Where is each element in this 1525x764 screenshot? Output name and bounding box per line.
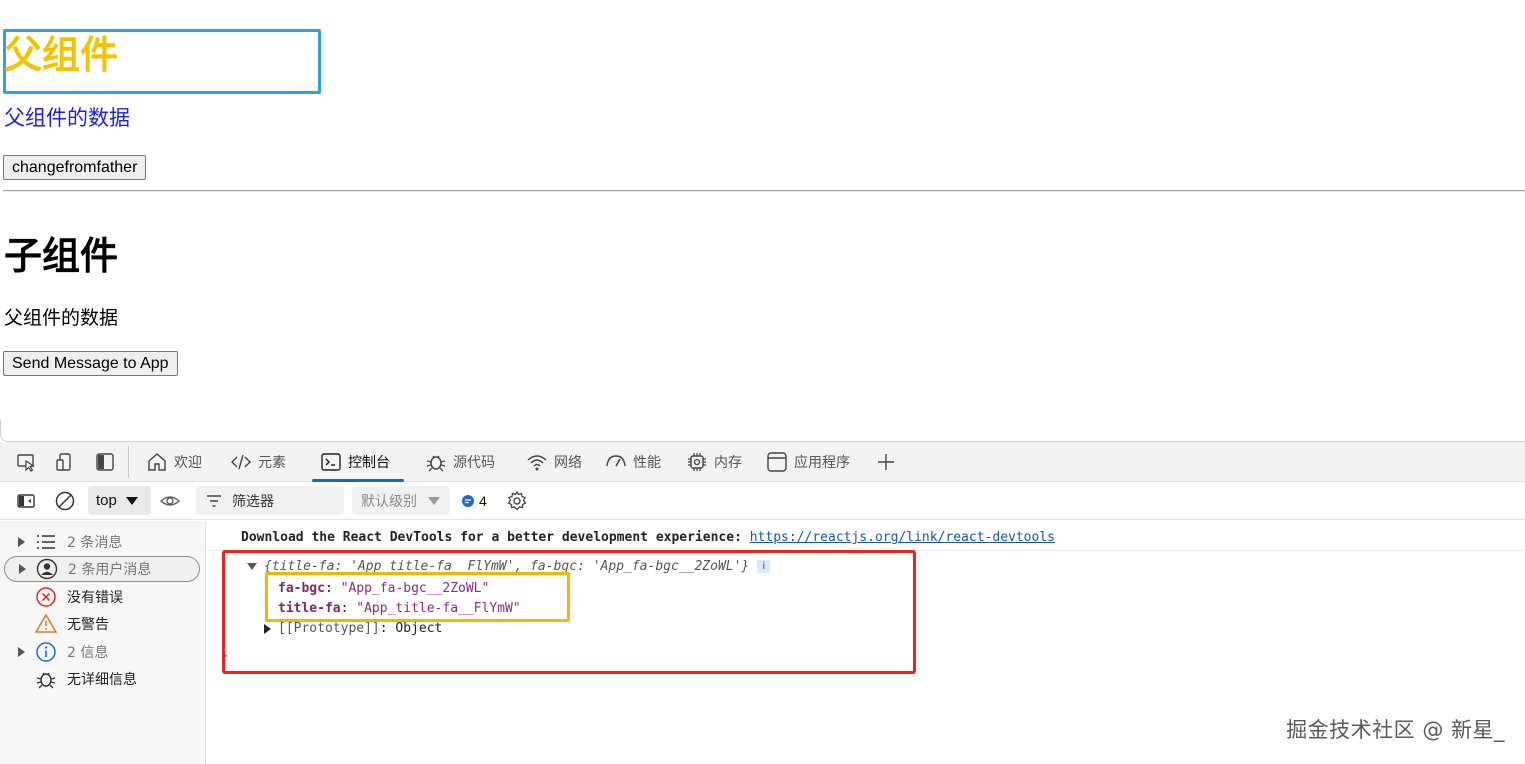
tab-memory-label: 内存 [714,455,742,471]
parent-title: 父组件 [4,33,119,77]
list-icon [35,531,57,553]
show-sidebar-icon[interactable] [14,489,38,513]
add-tab-icon[interactable] [874,450,898,474]
code-icon [231,454,251,470]
expand-arrow-icon [18,537,25,547]
tab-welcome[interactable]: 欢迎 [146,442,202,482]
change-from-father-button[interactable]: changefromfather [3,155,147,180]
context-selector[interactable]: top [88,486,151,515]
bug-icon [35,668,57,690]
tab-network-label: 网络 [554,455,582,471]
tab-memory[interactable]: 内存 [686,442,742,482]
divider [3,190,1525,192]
warning-icon [35,613,57,635]
chip-icon [688,453,706,471]
tab-performance-label: 性能 [633,455,661,471]
react-devtools-link[interactable]: https://reactjs.org/link/react-devtools [750,530,1055,545]
chevron-down-icon [428,496,440,505]
tab-elements-label: 元素 [258,455,286,471]
console-message: Download the React DevTools for a better… [207,521,1525,551]
filter-input[interactable]: 筛选器 [196,486,344,515]
log-level-selector[interactable]: 默认级别 [352,486,450,515]
wifi-icon [527,455,547,471]
yellow-annotation-box [265,572,570,622]
issues-count: 4 [479,493,487,509]
dock-side-icon[interactable] [93,450,117,474]
tab-application[interactable]: 应用程序 [766,442,850,482]
console-sidebar: 2 条消息 2 条用户消息 没有错误 无警告 2 信息 无详细信息 [0,521,206,764]
issues-counter[interactable]: 4 [461,490,487,512]
tab-console-label: 控制台 [348,455,390,471]
sidebar-item-label: 没有错误 [67,590,123,606]
tab-elements[interactable]: 元素 [230,442,286,482]
error-icon [35,586,57,608]
inspect-element-icon[interactable] [14,450,38,474]
app-page: 父组件 父组件的数据 changefromfather 子组件 父组件的数据 S… [0,0,1525,442]
console-message-text: Download the React DevTools for a better… [241,530,742,545]
live-expression-eye-icon[interactable] [158,489,182,513]
console-icon [321,453,341,471]
tab-console[interactable]: 控制台 [312,442,404,482]
tab-sources-label: 源代码 [453,455,495,471]
window-icon [767,452,787,472]
page-frame-corner [0,420,12,442]
expand-arrow-icon [18,647,25,657]
bug-icon [426,455,446,472]
tab-performance[interactable]: 性能 [605,442,661,482]
child-data-text: 父组件的数据 [4,307,119,329]
sidebar-item-info[interactable]: 2 信息 [0,639,206,665]
tab-network[interactable]: 网络 [526,442,582,482]
expand-arrow-icon [19,564,26,574]
filter-icon [207,494,221,507]
sidebar-item-user-messages[interactable]: 2 条用户消息 [4,556,200,582]
parent-data-text: 父组件的数据 [4,106,130,130]
device-emulation-icon[interactable] [53,450,77,474]
message-bubble-icon [462,495,474,507]
log-level-value: 默认级别 [361,493,417,510]
tab-application-label: 应用程序 [794,455,850,471]
context-selector-value: top [96,492,117,509]
info-icon [35,641,57,663]
tab-welcome-label: 欢迎 [174,455,202,471]
child-title: 子组件 [4,234,119,278]
sidebar-item-label: 2 条消息 [67,535,123,551]
tabbar-separator [128,446,129,478]
gauge-icon [606,455,626,467]
home-icon [148,453,166,471]
sidebar-item-label: 2 信息 [67,645,109,661]
filter-placeholder: 筛选器 [232,493,274,510]
console-toolbar: top 筛选器 默认级别 4 [0,482,1525,520]
clear-console-icon[interactable] [53,489,77,513]
sidebar-item-warnings[interactable]: 无警告 [0,611,206,637]
sidebar-item-errors[interactable]: 没有错误 [0,584,206,610]
send-message-button[interactable]: Send Message to App [3,351,178,376]
sidebar-item-label: 2 条用户消息 [68,562,152,578]
devtools-tabbar: 欢迎 元素 控制台 源代码 网络 性能 内存 应用程序 [0,442,1525,482]
user-icon [36,558,58,580]
sidebar-item-messages[interactable]: 2 条消息 [0,529,206,555]
sidebar-item-label: 无详细信息 [67,672,137,688]
settings-gear-icon[interactable] [505,489,529,513]
sidebar-item-verbose[interactable]: 无详细信息 [0,666,206,692]
watermark: 掘金技术社区 @ 新星_ [1286,718,1505,742]
sidebar-item-label: 无警告 [67,617,109,633]
chevron-down-icon [125,496,138,505]
tab-sources[interactable]: 源代码 [425,442,495,482]
